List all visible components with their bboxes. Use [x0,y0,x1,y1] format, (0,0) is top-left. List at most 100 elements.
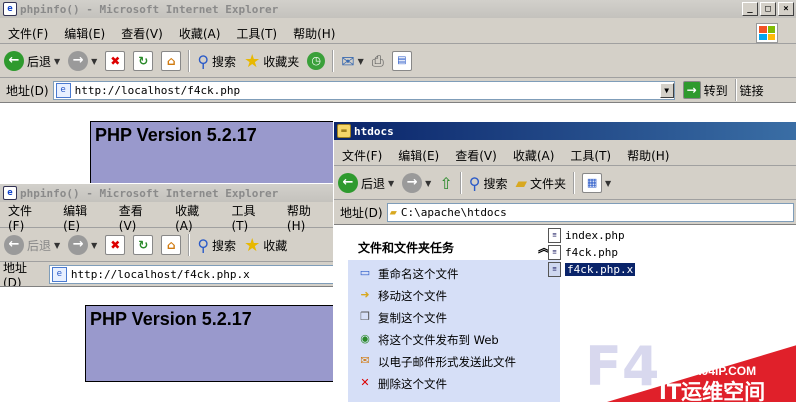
refresh-icon: ↻ [133,235,154,255]
ie-back-menubar: 文件(F) 编辑(E) 查看(V) 收藏(A) 工具(T) 帮助(H) [0,23,796,44]
up-arrow-icon: ⇧ [439,173,453,193]
search-icon: ⚲ [197,235,210,255]
menu-tools[interactable]: 工具(T) [228,25,285,42]
explorer-toolbar: ← 后退 ▼ → ▼ ⇧ ⚲ 搜索 ▰ 文件夹 ▦ ▼ [334,167,796,200]
file-item[interactable]: ≡ index.php [548,227,635,244]
watermark-graphic: F4 WWW.94IP.COM IT运维空间 [585,335,796,402]
task-email[interactable]: ✉ 以电子邮件形式发送此文件 [358,354,550,370]
search-button[interactable]: ⚲ 搜索 [465,174,512,193]
menu-view[interactable]: 查看(V) [113,25,171,42]
ie-back-title: phpinfo() - Microsoft Internet Explorer [20,2,279,16]
favorites-button[interactable]: ★ 收藏 [240,235,291,256]
explorer-titlebar[interactable]: ▬ htdocs [334,122,796,140]
edit-button[interactable]: ▤ [388,51,416,71]
ie-front-address-bar: 地址(D) e http://localhost/f4ck.php.x [0,261,336,290]
back-arrow-icon: ← [4,51,24,71]
task-rename[interactable]: ▭ 重命名这个文件 [358,266,550,282]
menu-file[interactable]: 文件(F) [334,147,390,164]
php-version-text: PHP Version 5.2.17 [95,125,257,145]
menu-favorites[interactable]: 收藏(A) [167,202,223,233]
maximize-button[interactable]: □ [760,2,776,16]
address-input[interactable]: e http://localhost/f4ck.php ▼ [52,80,675,100]
task-move[interactable]: ➜ 移动这个文件 [358,288,550,304]
ie-front-page: PHP Version 5.2.17 [0,286,336,402]
favorites-button[interactable]: ★ 收藏夹 [240,51,303,72]
explorer-title: htdocs [354,124,394,138]
file-list: ≡ index.php ≡ f4ck.php ≡ f4ck.php.x [548,227,637,278]
refresh-button[interactable]: ↻ [129,51,157,71]
menu-favorites[interactable]: 收藏(A) [505,147,563,164]
menu-favorites[interactable]: 收藏(A) [171,25,229,42]
search-button[interactable]: ⚲ 搜索 [193,52,240,71]
stop-button[interactable]: ✖ [101,51,129,71]
menu-help[interactable]: 帮助(H) [279,202,336,233]
stop-button[interactable]: ✖ [101,235,129,255]
menu-help[interactable]: 帮助(H) [285,25,343,42]
menu-view[interactable]: 查看(V) [447,147,505,164]
move-icon: ➜ [360,288,370,301]
home-icon: ⌂ [161,235,182,255]
up-folder-button[interactable]: ⇧ [435,174,456,193]
ie-front-titlebar[interactable]: e phpinfo() - Microsoft Internet Explore… [0,184,336,202]
minimize-button[interactable]: _ [742,2,758,16]
ie-app-icon: e [3,2,17,16]
task-publish-web[interactable]: ◉ 将这个文件发布到 Web [358,332,550,348]
forward-button[interactable]: → ▼ [64,235,101,255]
address-label: 地址(D) [3,260,28,290]
search-icon: ⚲ [468,173,481,193]
folders-button[interactable]: ▰ 文件夹 [511,174,570,192]
file-tasks-header[interactable]: 文件和文件夹任务 ︽ [348,235,560,260]
ie-front-toolbar: ← 后退 ▼ → ▼ ✖ ↻ ⌂ ⚲ 搜索 ★ 收藏 [0,229,336,262]
menu-file[interactable]: 文件(F) [0,25,56,42]
menu-edit[interactable]: 编辑(E) [390,147,447,164]
svg-text:F4: F4 [585,335,659,398]
toolbar-separator [332,50,335,72]
back-arrow-icon: ← [4,235,24,255]
print-button[interactable]: ⎙ [368,52,388,70]
address-input[interactable]: ▰ C:\apache\htdocs [386,202,794,222]
copy-icon: ❐ [360,310,370,323]
file-item-selected[interactable]: ≡ f4ck.php.x [548,261,637,278]
history-icon: ◷ [307,52,326,70]
back-button[interactable]: ← 后退 ▼ [0,235,64,255]
star-icon: ★ [244,234,261,256]
forward-arrow-icon: → [68,51,89,71]
forward-button[interactable]: → ▼ [64,51,101,71]
stop-icon: ✖ [105,51,126,71]
go-button[interactable]: → 转到 [679,81,732,99]
home-button[interactable]: ⌂ [157,235,185,255]
chevron-down-icon: ▼ [357,56,364,66]
search-icon: ⚲ [197,51,210,71]
menu-view[interactable]: 查看(V) [111,202,167,233]
forward-button[interactable]: → ▼ [398,173,435,193]
back-button[interactable]: ← 后退 ▼ [334,173,398,193]
address-dropdown-button[interactable]: ▼ [659,82,674,98]
mail-button[interactable]: ✉ ▼ [337,52,368,71]
home-button[interactable]: ⌂ [157,51,185,71]
search-button[interactable]: ⚲ 搜索 [193,236,240,255]
ie-back-titlebar[interactable]: e phpinfo() - Microsoft Internet Explore… [0,0,796,18]
refresh-button[interactable]: ↻ [129,235,157,255]
ie-front-title: phpinfo() - Microsoft Internet Explorer [20,186,279,200]
close-button[interactable]: × [778,2,794,16]
links-button[interactable]: 链接 [740,82,764,99]
menu-edit[interactable]: 编辑(E) [56,25,113,42]
folder-icon: ▰ [389,205,397,219]
task-delete[interactable]: ✕ 删除这个文件 [358,376,550,392]
menu-edit[interactable]: 编辑(E) [55,202,111,233]
file-item[interactable]: ≡ f4ck.php [548,244,635,261]
address-input[interactable]: e http://localhost/f4ck.php.x [48,264,336,284]
menu-tools[interactable]: 工具(T) [562,147,619,164]
history-button[interactable]: ◷ [303,52,329,70]
menu-tools[interactable]: 工具(T) [223,202,278,233]
menu-help[interactable]: 帮助(H) [619,147,677,164]
task-copy[interactable]: ❐ 复制这个文件 [358,310,550,326]
menu-file[interactable]: 文件(F) [0,202,55,233]
chevron-down-icon: ▼ [91,56,98,66]
php-file-icon: ≡ [548,245,561,260]
back-button[interactable]: ← 后退 ▼ [0,51,64,71]
views-icon: ▦ [582,173,603,193]
chevron-down-icon: ▼ [91,240,98,250]
views-button[interactable]: ▦ ▼ [578,173,615,193]
address-label: 地址(D) [340,205,383,220]
